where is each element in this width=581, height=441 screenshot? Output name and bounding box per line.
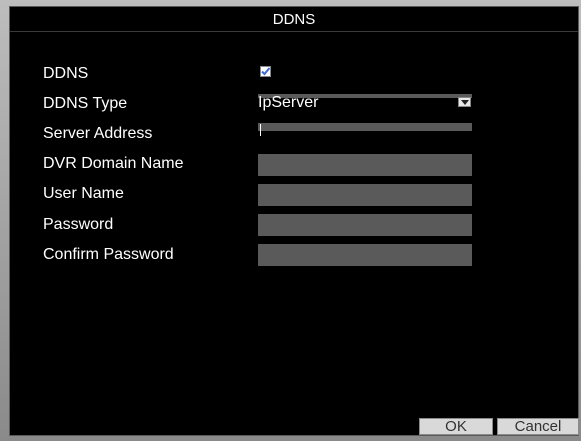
cancel-button[interactable]: Cancel <box>497 418 579 435</box>
confirm-password-label: Confirm Password <box>43 246 174 263</box>
ok-button[interactable]: OK <box>419 418 493 435</box>
dialog-title: DDNS <box>10 7 578 32</box>
password-label: Password <box>43 216 114 233</box>
server-address-label: Server Address <box>43 125 153 142</box>
ddns-dialog: DDNS DDNS DDNS Type IpServer Server Addr… <box>9 6 579 436</box>
password-input[interactable] <box>258 214 472 236</box>
dvr-domain-name-input[interactable] <box>258 154 472 176</box>
ddns-type-value: IpServer <box>258 94 319 111</box>
server-address-input[interactable] <box>258 123 472 131</box>
ddns-enable-checkbox[interactable] <box>260 66 271 77</box>
screen-frame: DDNS DDNS DDNS Type IpServer Server Addr… <box>0 0 581 441</box>
checkmark-icon <box>261 67 271 76</box>
user-name-label: User Name <box>43 185 124 202</box>
ddns-label: DDNS <box>43 65 89 82</box>
dvr-domain-name-label: DVR Domain Name <box>43 155 184 172</box>
ddns-type-label: DDNS Type <box>43 95 128 112</box>
chevron-down-icon[interactable] <box>458 97 471 107</box>
user-name-input[interactable] <box>258 184 472 206</box>
confirm-password-input[interactable] <box>258 244 472 266</box>
text-cursor <box>260 124 261 136</box>
